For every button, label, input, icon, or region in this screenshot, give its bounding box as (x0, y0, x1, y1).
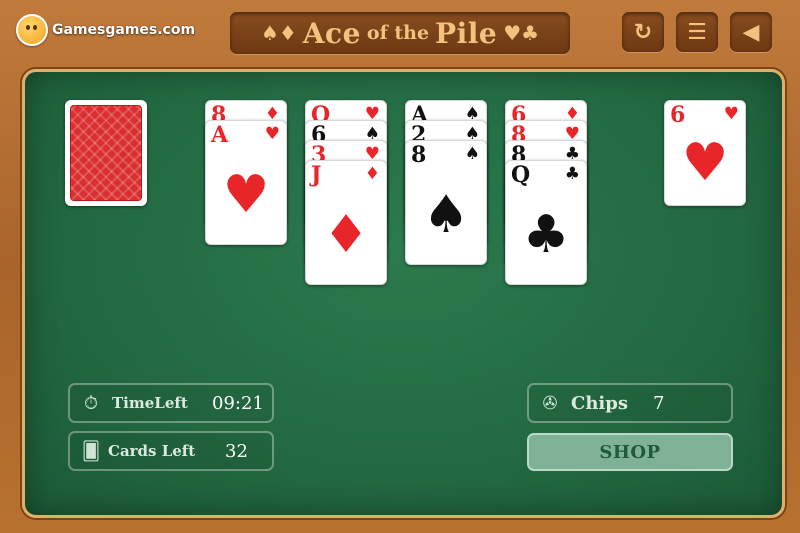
card-suit-large: ♥ (222, 165, 270, 225)
draw-pile[interactable] (65, 100, 147, 206)
title-word-ace: Ace (302, 16, 361, 50)
card-rank: A (211, 122, 229, 148)
sound-button[interactable]: ◀ (730, 12, 772, 52)
title-suits-left: ♠♦ (260, 21, 297, 45)
card-rank: Q (511, 162, 531, 188)
title-word-of-the: of the (366, 22, 430, 44)
menu-button[interactable]: ☰ (676, 12, 718, 52)
time-left-panel: ⏱ TimeLeft 09:21 (68, 383, 274, 423)
chips-label: Chips (571, 392, 628, 414)
card-back-pattern (70, 105, 142, 201)
menu-icon: ☰ (687, 19, 707, 45)
cards-left-label: Cards Left (108, 442, 196, 460)
restart-button[interactable]: ↻ (622, 12, 664, 52)
title-suits-right: ♥♣ (503, 21, 540, 45)
game-title: ♠♦ Ace of the Pile ♥♣ (230, 12, 570, 54)
card-suit-small: ♦ (364, 164, 380, 184)
card-suit-small: ♥ (723, 104, 739, 124)
chips-value: 7 (653, 392, 665, 414)
stopwatch-icon: ⏱ (83, 392, 99, 414)
sound-icon: ◀ (742, 19, 760, 45)
card-suit-large: ♥ (681, 133, 729, 193)
logo[interactable]: Gamesgames.com (16, 14, 195, 46)
time-left-value: 09:21 (212, 392, 264, 414)
discard-pile[interactable]: 6 ♥ ♥ (664, 100, 746, 206)
chips-panel: ✇ Chips 7 (527, 383, 733, 423)
shop-label: SHOP (599, 441, 661, 463)
card-suit-large: ♦ (322, 205, 370, 265)
restart-icon: ↻ (633, 19, 653, 45)
card-suit-small: ♣ (564, 164, 580, 184)
shop-button[interactable]: SHOP (527, 433, 733, 471)
card-suit-large: ♣ (522, 205, 570, 265)
tableau-card[interactable]: A ♥ ♥ (205, 120, 287, 245)
card-rank: 6 (670, 102, 686, 128)
card-suit-small: ♠ (464, 144, 480, 164)
card-rank: 8 (411, 142, 427, 168)
mascot-icon (16, 14, 48, 46)
cards-left-value: 32 (225, 440, 248, 462)
tableau-card[interactable]: Q ♣ ♣ (505, 160, 587, 285)
card-rank: J (311, 162, 322, 188)
cards-icon: 🂠 (81, 440, 101, 462)
card-suit-large: ♠ (422, 185, 470, 245)
card-suit-small: ♥ (264, 124, 280, 144)
title-word-pile: Pile (435, 16, 498, 50)
tableau-card[interactable]: 8 ♠ ♠ (405, 140, 487, 265)
game-table: 8 ♦ A ♥ ♥ Q ♥ 6 ♠ 3 ♥ J ♦ ♦ A ♠ 2 ♠ 8 ♠ ♠ 6 ♦ 8 ♥ 8 ♣ Q ♣ ♣ 6 ♥ ♥ ⏱ T… (22, 69, 785, 518)
logo-text: Gamesgames.com (52, 22, 196, 38)
chip-icon: ✇ (542, 392, 558, 414)
tableau-card[interactable]: J ♦ ♦ (305, 160, 387, 285)
cards-left-panel: 🂠 Cards Left 32 (68, 431, 274, 471)
time-left-label: TimeLeft (112, 394, 188, 412)
